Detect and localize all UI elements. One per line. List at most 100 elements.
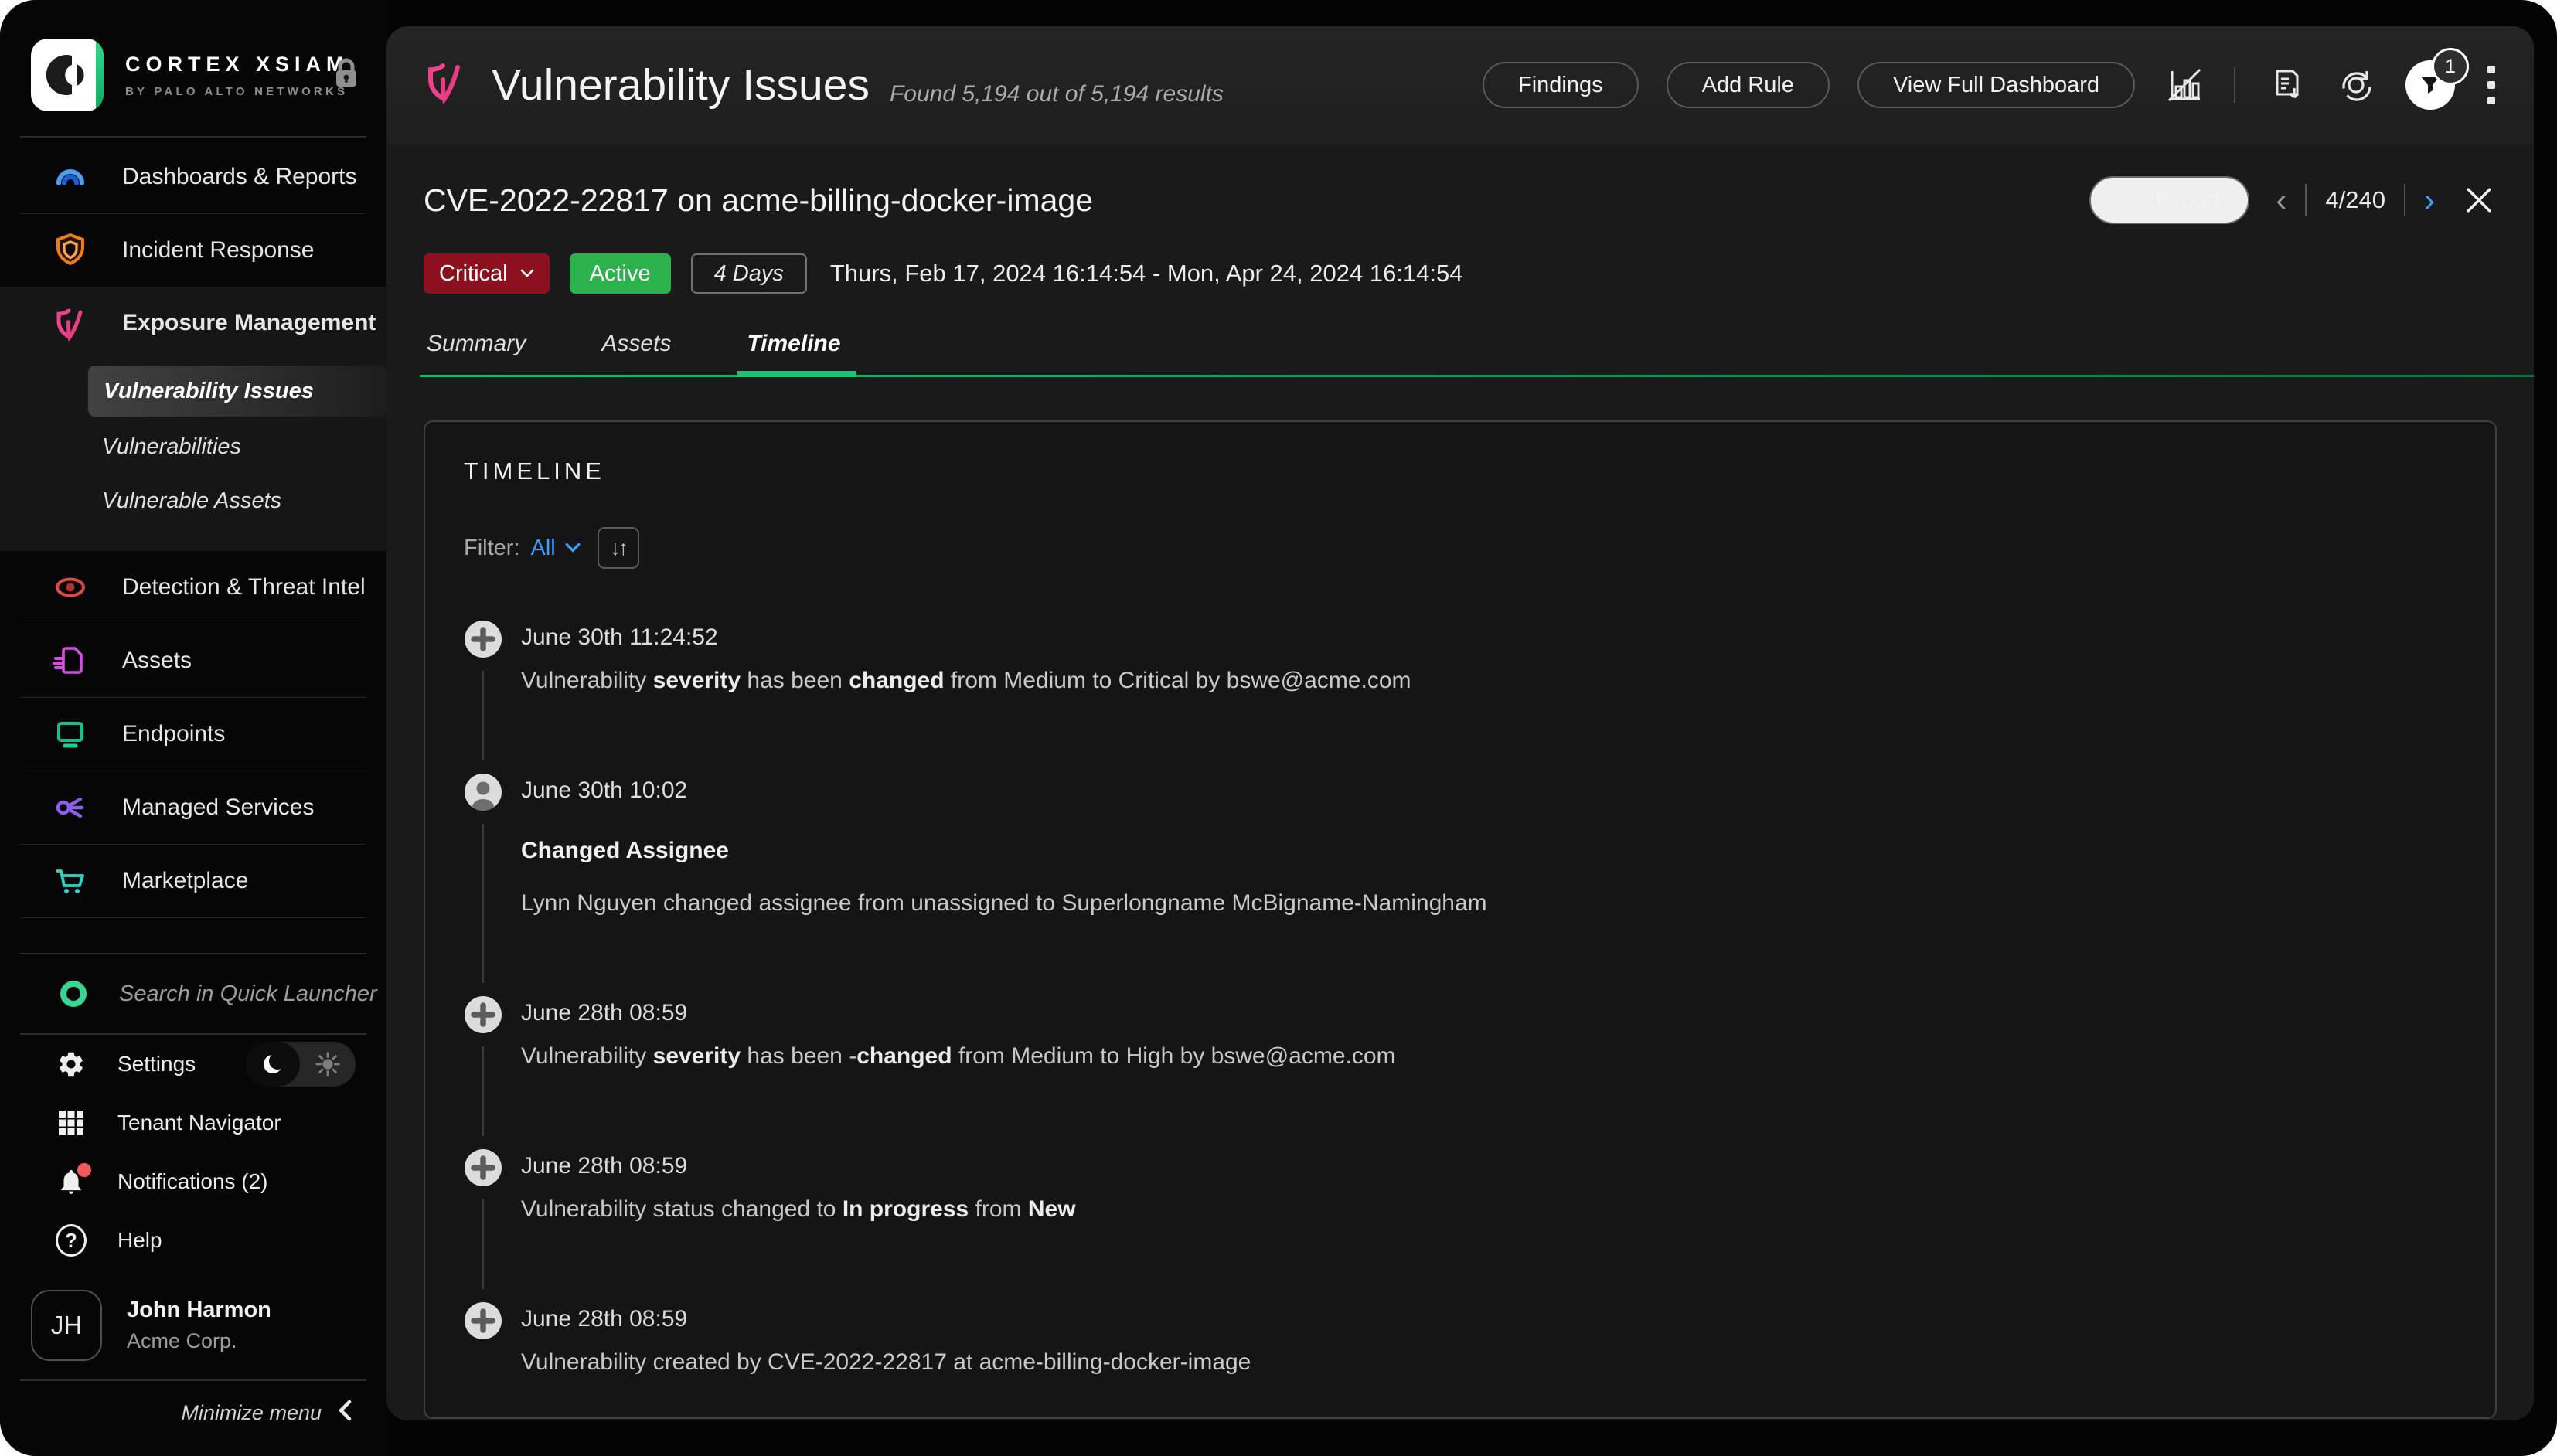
timeline-entry-body: June 30th 10:02Changed AssigneeLynn Nguy… bbox=[521, 773, 2457, 920]
findings-button[interactable]: Findings bbox=[1483, 62, 1639, 108]
severity-badge[interactable]: Critical bbox=[424, 253, 550, 294]
user-company: Acme Corp. bbox=[127, 1329, 271, 1353]
timeline-entry: June 30th 10:02Changed AssigneeLynn Nguy… bbox=[464, 773, 2457, 995]
topbar: Vulnerability Issues Found 5,194 out of … bbox=[386, 26, 2534, 144]
sidebar-item-settings[interactable]: Settings bbox=[0, 1035, 386, 1094]
sidebar-item-label: Marketplace bbox=[122, 868, 248, 894]
pagination: ‹ 4/240 › bbox=[2276, 184, 2435, 216]
sync-icon[interactable] bbox=[2334, 63, 2378, 107]
sidebar-item-tenant-navigator[interactable]: Tenant Navigator bbox=[0, 1094, 386, 1152]
page-indicator: 4/240 bbox=[2325, 186, 2385, 214]
sidebar-item-marketplace[interactable]: Marketplace bbox=[0, 845, 386, 917]
sidebar-item-label: Dashboards & Reports bbox=[122, 164, 357, 190]
sidebar: CORTEX XSIAM BY PALO ALTO NETWORKS bbox=[0, 0, 386, 1456]
eye-icon bbox=[53, 570, 88, 605]
sidebar-item-label: Notifications (2) bbox=[117, 1169, 268, 1194]
timeline-entry: June 28th 08:59Vulnerability severity ha… bbox=[464, 995, 2457, 1148]
gear-icon bbox=[56, 1049, 87, 1080]
severity-label: Critical bbox=[439, 261, 508, 287]
question-icon: ? bbox=[56, 1225, 87, 1256]
person-icon bbox=[464, 773, 502, 811]
tab-summary[interactable]: Summary bbox=[424, 331, 535, 377]
sidebar-subitem-label: Vulnerabilities bbox=[102, 434, 241, 460]
next-page-icon[interactable]: › bbox=[2424, 184, 2435, 216]
chart-disabled-icon[interactable] bbox=[2163, 63, 2206, 107]
timeline-entry-time: June 30th 11:24:52 bbox=[521, 620, 2457, 651]
page-title: Vulnerability Issues bbox=[492, 60, 870, 111]
quick-launcher-icon bbox=[56, 976, 91, 1012]
filter-value: All bbox=[531, 536, 556, 561]
timeline-entry-time: June 30th 10:02 bbox=[521, 773, 2457, 804]
document-icon bbox=[53, 643, 88, 679]
quick-launcher[interactable]: Search in Quick Launcher bbox=[0, 954, 386, 1033]
add-rule-button[interactable]: Add Rule bbox=[1667, 62, 1830, 108]
sidebar-item-detection-threat-intel[interactable]: Detection & Threat Intel bbox=[0, 551, 386, 624]
divider bbox=[2305, 184, 2307, 216]
filter-dropdown[interactable]: All bbox=[531, 536, 581, 561]
date-range: Thurs, Feb 17, 2024 16:14:54 - Mon, Apr … bbox=[830, 260, 1463, 287]
filter-label: Filter: bbox=[464, 536, 520, 561]
gauge-icon bbox=[53, 159, 88, 195]
grid-icon bbox=[56, 1107, 87, 1138]
sidebar-item-label: Exposure Management bbox=[122, 310, 376, 336]
sidebar-item-dashboards[interactable]: Dashboards & Reports bbox=[0, 141, 386, 213]
filter-icon[interactable]: 1 bbox=[2405, 60, 2455, 110]
view-full-dashboard-button[interactable]: View Full Dashboard bbox=[1857, 62, 2135, 108]
timeline-entry-time: June 28th 08:59 bbox=[521, 1148, 2457, 1179]
export-button[interactable]: Export bbox=[2089, 176, 2250, 224]
theme-toggle[interactable] bbox=[246, 1042, 356, 1087]
sidebar-item-notifications[interactable]: Notifications (2) bbox=[0, 1152, 386, 1211]
sidebar-item-incident-response[interactable]: Incident Response bbox=[0, 214, 386, 287]
timeline-entry-body: June 30th 11:24:52 Vulnerability severity… bbox=[521, 620, 2457, 697]
divider bbox=[2404, 184, 2405, 216]
timeline-entry: June 28th 08:59Vulnerability created by … bbox=[464, 1301, 2457, 1386]
user-name: John Harmon bbox=[127, 1298, 271, 1323]
timeline-entry-title: Changed Assignee bbox=[521, 838, 2457, 864]
timeline-card: TIMELINE Filter: All ↓↑ June 30th 11:24:… bbox=[424, 420, 2497, 1419]
sidebar-item-exposure-management[interactable]: Exposure Management bbox=[0, 287, 386, 359]
tab-assets[interactable]: Assets bbox=[598, 331, 680, 377]
plus-icon bbox=[464, 995, 502, 1034]
sidebar-item-endpoints[interactable]: Endpoints bbox=[0, 698, 386, 771]
timeline-entry-body: June 28th 08:59Vulnerability created by … bbox=[521, 1301, 2457, 1379]
cart-icon bbox=[53, 863, 88, 899]
user-profile[interactable]: JH John Harmon Acme Corp. bbox=[0, 1270, 386, 1379]
sidebar-item-label: Incident Response bbox=[122, 237, 315, 264]
more-menu-icon[interactable] bbox=[2483, 61, 2500, 109]
minimize-menu-label: Minimize menu bbox=[181, 1401, 322, 1425]
sidebar-item-label: Assets bbox=[122, 648, 192, 674]
sidebar-nav: Dashboards & Reports Incident Response bbox=[0, 138, 386, 918]
minimize-menu-button[interactable]: Minimize menu bbox=[0, 1381, 386, 1456]
timeline-entry-body: June 28th 08:59Vulnerability severity ha… bbox=[521, 995, 2457, 1073]
timeline-entry-time: June 28th 08:59 bbox=[521, 995, 2457, 1026]
duration-badge: 4 Days bbox=[691, 253, 807, 294]
brand-title: CORTEX XSIAM bbox=[125, 53, 311, 77]
sidebar-item-help[interactable]: ? Help bbox=[0, 1211, 386, 1270]
sort-arrows-icon[interactable]: ↓↑ bbox=[598, 527, 639, 569]
prev-page-icon[interactable]: ‹ bbox=[2276, 184, 2286, 216]
sidebar-item-vulnerable-assets[interactable]: Vulnerable Assets bbox=[0, 477, 386, 525]
close-icon[interactable] bbox=[2461, 182, 2497, 218]
sidebar-item-vulnerability-issues[interactable]: Vulnerability Issues bbox=[88, 366, 386, 417]
sidebar-item-label: Managed Services bbox=[122, 794, 314, 821]
issue-badges: Critical Active 4 Days Thurs, Feb 17, 20… bbox=[424, 253, 2497, 294]
sidebar-item-vulnerabilities[interactable]: Vulnerabilities bbox=[0, 423, 386, 471]
timeline-entry-text: Vulnerability severity has been changed … bbox=[521, 665, 2457, 697]
chevron-left-icon bbox=[337, 1400, 352, 1427]
hub-icon bbox=[53, 790, 88, 825]
plus-icon bbox=[464, 1148, 502, 1187]
report-export-icon[interactable] bbox=[2263, 63, 2307, 107]
tab-timeline[interactable]: Timeline bbox=[744, 331, 849, 377]
sidebar-item-managed-services[interactable]: Managed Services bbox=[0, 771, 386, 844]
shield-icon bbox=[53, 233, 88, 268]
filter-count-badge: 1 bbox=[2432, 48, 2469, 85]
sidebar-item-assets[interactable]: Assets bbox=[0, 624, 386, 697]
plus-icon bbox=[464, 620, 502, 658]
vulnerability-shield-icon bbox=[424, 60, 467, 111]
sidebar-section-exposure: Exposure Management Vulnerability Issues… bbox=[0, 287, 386, 551]
sidebar-item-label: Help bbox=[117, 1228, 162, 1253]
sidebar-item-label: Endpoints bbox=[122, 721, 225, 747]
sidebar-item-label: Tenant Navigator bbox=[117, 1111, 281, 1135]
results-note: Found 5,194 out of 5,194 results bbox=[890, 81, 1224, 107]
status-badge: Active bbox=[570, 253, 671, 294]
